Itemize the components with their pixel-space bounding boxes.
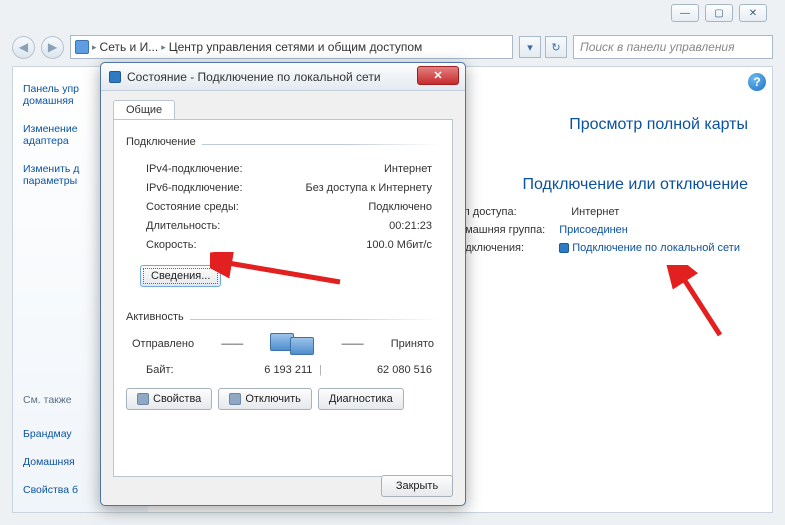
address-bar-row: ◀ ▶ ▸ Сеть и И... ▸ Центр управления сет… bbox=[12, 34, 773, 60]
connection-status-dialog: Состояние - Подключение по локальной сет… bbox=[100, 62, 466, 506]
ipv6-value: Без доступа к Интернету bbox=[273, 179, 438, 196]
breadcrumb-seg2[interactable]: Центр управления сетями и общим доступом bbox=[169, 40, 423, 54]
ipv4-value: Интернет bbox=[273, 160, 438, 177]
connection-kv-table: IPv4-подключение:Интернет IPv6-подключен… bbox=[126, 158, 440, 255]
nav-back-button[interactable]: ◀ bbox=[12, 36, 35, 59]
chevron-right-icon: ▸ bbox=[92, 42, 97, 53]
connection-info-table: Тип доступа: Интернет Домашняя группа: П… bbox=[443, 202, 748, 258]
search-input[interactable]: Поиск в панели управления bbox=[573, 35, 773, 59]
properties-button[interactable]: Свойства bbox=[126, 388, 212, 410]
details-button[interactable]: Сведения... bbox=[140, 265, 221, 287]
duration-value: 00:21:23 bbox=[273, 217, 438, 234]
disable-button[interactable]: Отключить bbox=[218, 388, 312, 410]
divider bbox=[190, 319, 440, 320]
ipv6-label: IPv6-подключение: bbox=[128, 179, 271, 196]
group-activity-label: Активность bbox=[126, 311, 184, 323]
shield-icon bbox=[229, 393, 241, 405]
speed-value: 100.0 Мбит/с bbox=[273, 236, 438, 253]
nav-forward-button[interactable]: ▶ bbox=[41, 36, 64, 59]
shield-icon bbox=[137, 393, 149, 405]
ipv4-label: IPv4-подключение: bbox=[128, 160, 271, 177]
lan-icon bbox=[559, 243, 569, 253]
activity-monitors-icon bbox=[270, 333, 314, 355]
bytes-recv-value: 62 080 516 bbox=[329, 361, 438, 378]
media-value: Подключено bbox=[273, 198, 438, 215]
received-label: Принято bbox=[391, 338, 434, 350]
chevron-right-icon: ▸ bbox=[161, 42, 166, 53]
lan-connection-link[interactable]: Подключение по локальной сети bbox=[572, 242, 740, 254]
home-group-link[interactable]: Присоединен bbox=[559, 224, 628, 236]
tab-general[interactable]: Общие bbox=[113, 100, 175, 120]
divider bbox=[202, 144, 440, 145]
connect-disconnect-link[interactable]: Подключение или отключение bbox=[523, 176, 749, 193]
maximize-button[interactable]: ▢ bbox=[705, 4, 733, 22]
breadcrumb-seg1[interactable]: Сеть и И... bbox=[100, 40, 159, 54]
group-connection-label: Подключение bbox=[126, 136, 196, 148]
sent-label: Отправлено bbox=[132, 338, 194, 350]
minimize-button[interactable]: — bbox=[671, 4, 699, 22]
bytes-label: Байт: bbox=[128, 361, 201, 378]
dialog-close-button[interactable]: ✕ bbox=[417, 66, 459, 85]
view-full-map-link[interactable]: Просмотр полной карты bbox=[569, 116, 748, 170]
dialog-title-text: Состояние - Подключение по локальной сет… bbox=[127, 70, 381, 84]
go-button[interactable]: ▾ bbox=[519, 36, 541, 58]
help-icon[interactable]: ? bbox=[748, 73, 766, 91]
media-label: Состояние среды: bbox=[128, 198, 271, 215]
window-controls: — ▢ ✕ bbox=[671, 4, 767, 22]
close-button[interactable]: Закрыть bbox=[381, 475, 453, 497]
lan-icon bbox=[109, 71, 121, 83]
speed-label: Скорость: bbox=[128, 236, 271, 253]
duration-label: Длительность: bbox=[128, 217, 271, 234]
refresh-button[interactable]: ↻ bbox=[545, 36, 567, 58]
tab-panel-general: Подключение IPv4-подключение:Интернет IP… bbox=[113, 119, 453, 477]
bytes-sent-value: 6 193 211 bbox=[203, 361, 312, 378]
dialog-titlebar[interactable]: Состояние - Подключение по локальной сет… bbox=[101, 63, 465, 91]
cp-icon bbox=[75, 40, 89, 54]
breadcrumb-bar[interactable]: ▸ Сеть и И... ▸ Центр управления сетями … bbox=[70, 35, 513, 59]
close-window-button[interactable]: ✕ bbox=[739, 4, 767, 22]
diagnostics-button[interactable]: Диагностика bbox=[318, 388, 404, 410]
access-type-value: Интернет bbox=[553, 204, 746, 220]
